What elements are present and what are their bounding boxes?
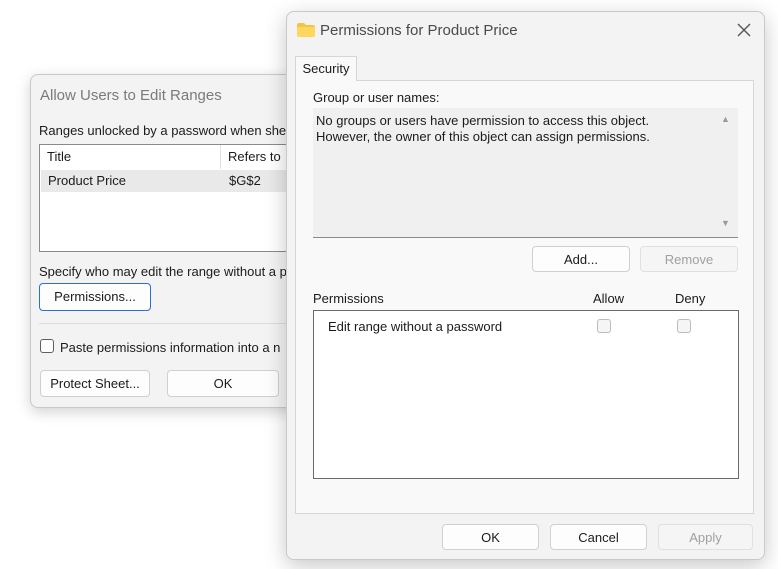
permissions-list[interactable]: Edit range without a password	[313, 310, 739, 479]
ok-button[interactable]: OK	[167, 370, 279, 397]
ranges-list[interactable]: Title Refers to Product Price $G$2	[39, 144, 321, 252]
paste-permissions-label: Paste permissions information into a n	[60, 340, 281, 355]
paste-permissions-checkbox[interactable]	[40, 339, 54, 353]
dialog-title: Permissions for Product Price	[320, 22, 518, 39]
ranges-label: Ranges unlocked by a password when she	[39, 123, 287, 138]
scroll-down-icon[interactable]: ▼	[721, 218, 730, 228]
group-names-list[interactable]: No groups or users have permission to ac…	[313, 108, 738, 238]
specify-text: Specify who may edit the range without a…	[39, 264, 287, 279]
column-header-title[interactable]: Title	[40, 145, 221, 169]
cancel-button[interactable]: Cancel	[550, 524, 647, 550]
scroll-up-icon[interactable]: ▲	[721, 114, 730, 124]
permissions-label: Permissions	[313, 291, 384, 306]
ok-button[interactable]: OK	[442, 524, 539, 550]
divider	[39, 323, 321, 324]
permissions-dialog: Permissions for Product Price Security G…	[286, 11, 765, 560]
cell-title: Product Price	[48, 173, 127, 188]
allow-users-edit-ranges-dialog: Allow Users to Edit Ranges Ranges unlock…	[30, 74, 322, 408]
deny-checkbox[interactable]	[677, 319, 691, 333]
close-icon[interactable]	[734, 20, 754, 40]
protect-sheet-button[interactable]: Protect Sheet...	[40, 370, 150, 397]
names-message: No groups or users have permission to ac…	[316, 113, 650, 128]
folder-icon	[297, 23, 315, 37]
cell-refers-to: $G$2	[229, 173, 261, 188]
permission-row-label: Edit range without a password	[328, 319, 503, 334]
remove-button[interactable]: Remove	[640, 246, 738, 272]
apply-button[interactable]: Apply	[658, 524, 753, 550]
group-names-label: Group or user names:	[313, 90, 440, 105]
tab-security[interactable]: Security	[295, 56, 357, 81]
permissions-button[interactable]: Permissions...	[39, 283, 151, 311]
dialog-title: Allow Users to Edit Ranges	[40, 87, 222, 104]
names-message: However, the owner of this object can as…	[316, 129, 650, 144]
deny-column-label: Deny	[675, 291, 706, 306]
table-row[interactable]: Product Price $G$2	[41, 170, 321, 192]
allow-column-label: Allow	[593, 291, 625, 306]
allow-checkbox[interactable]	[597, 319, 611, 333]
add-button[interactable]: Add...	[532, 246, 630, 272]
